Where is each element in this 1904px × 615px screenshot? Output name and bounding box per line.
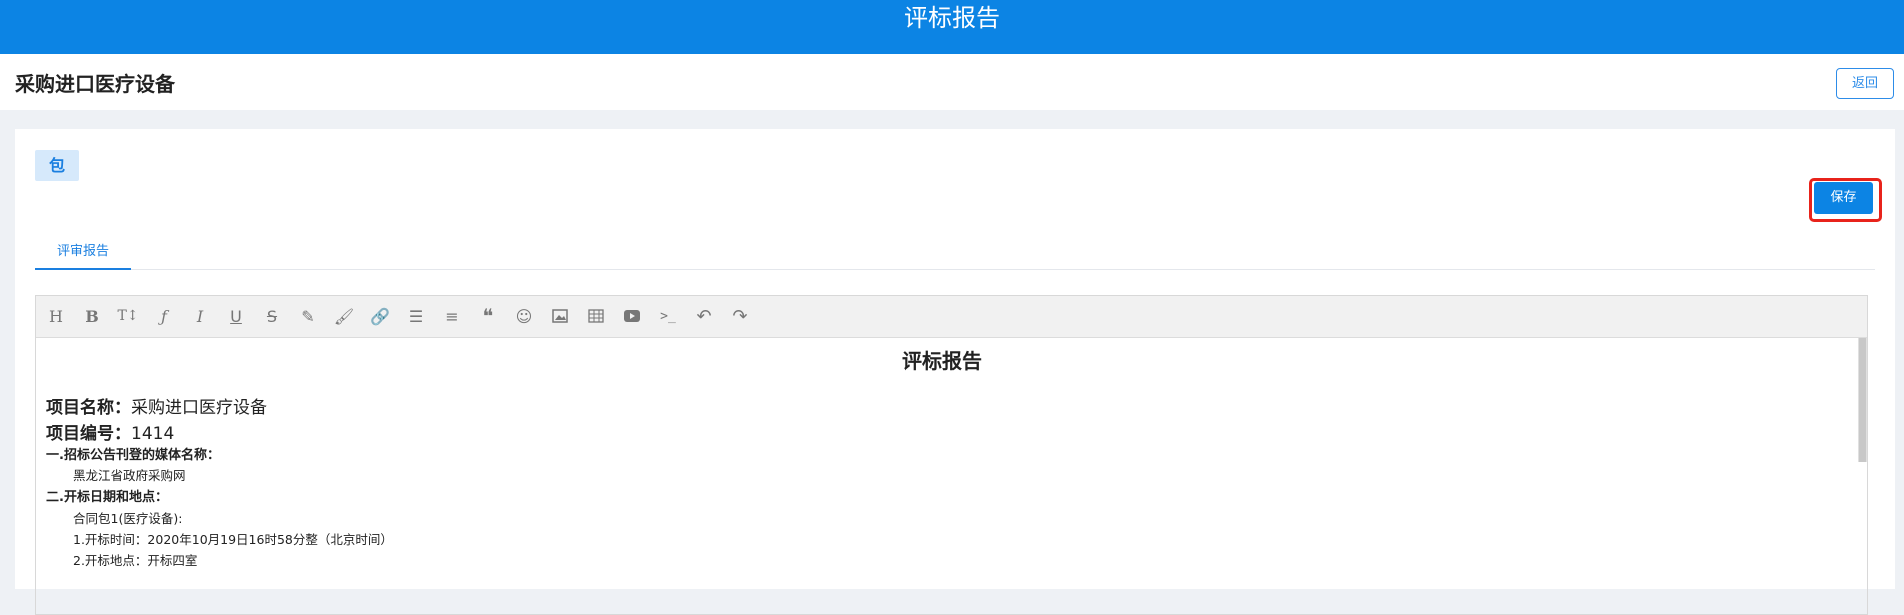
project-no-line: 项目编号：1414: [46, 419, 174, 444]
save-button[interactable]: 保存: [1814, 182, 1873, 214]
quote-icon[interactable]: ❝: [476, 304, 500, 328]
emoji-icon[interactable]: ☺: [512, 304, 536, 328]
image-icon[interactable]: [548, 304, 572, 328]
top-bar: 评标报告: [0, 0, 1904, 54]
editor-toolbar: H B T↕ ƒ I U S ✎ 🖌 🔗 ☰ ≡ ❝ ☺ >_ ↶ ↷: [36, 296, 1867, 338]
section2-place: 2.开标地点：开标四室: [73, 553, 198, 568]
page-title: 采购进口医疗设备: [15, 72, 175, 96]
bold-icon[interactable]: B: [80, 304, 104, 328]
section1-value: 黑龙江省政府采购网: [73, 468, 186, 483]
back-button[interactable]: 返回: [1836, 68, 1894, 99]
section2-title: 二.开标日期和地点：: [46, 490, 168, 505]
project-name-label: 项目名称：: [46, 398, 131, 418]
tab-bar: 评审报告: [35, 239, 1875, 270]
italic-icon[interactable]: I: [188, 304, 212, 328]
video-icon[interactable]: [620, 304, 644, 328]
project-name-value: 采购进口医疗设备: [131, 398, 267, 418]
align-icon[interactable]: ≡: [440, 304, 464, 328]
editor-content[interactable]: 评标报告 项目名称：采购进口医疗设备 项目编号：1414 一.招标公告刊登的媒体…: [36, 338, 1848, 608]
scrollbar-thumb[interactable]: [1859, 338, 1866, 462]
highlight-icon[interactable]: ✎: [296, 304, 320, 328]
heading-icon[interactable]: H: [44, 304, 68, 328]
font-family-icon[interactable]: ƒ: [152, 304, 176, 328]
brush-icon[interactable]: 🖌: [332, 304, 356, 328]
strikethrough-icon[interactable]: S: [260, 304, 284, 328]
underline-icon[interactable]: U: [224, 304, 248, 328]
code-icon[interactable]: >_: [656, 304, 680, 328]
document-title: 评标报告: [902, 349, 982, 373]
section2-package: 合同包1(医疗设备):: [73, 511, 183, 526]
tab-review-report[interactable]: 评审报告: [35, 239, 131, 270]
project-name-line: 项目名称：采购进口医疗设备: [46, 393, 267, 418]
project-no-label: 项目编号：: [46, 424, 131, 444]
package-tag[interactable]: 包: [35, 150, 79, 181]
page-header: 采购进口医疗设备 返回: [0, 54, 1904, 110]
rich-text-editor[interactable]: H B T↕ ƒ I U S ✎ 🖌 🔗 ☰ ≡ ❝ ☺ >_ ↶ ↷ 评标报告…: [35, 295, 1868, 615]
section2-time: 1.开标时间：2020年10月19日16时58分整（北京时间）: [73, 532, 393, 547]
link-icon[interactable]: 🔗: [368, 304, 392, 328]
redo-icon[interactable]: ↷: [728, 304, 752, 328]
section1-title: 一.招标公告刊登的媒体名称：: [46, 448, 220, 463]
project-no-value: 1414: [131, 424, 175, 444]
undo-icon[interactable]: ↶: [692, 304, 716, 328]
report-card: 包 保存 评审报告 H B T↕ ƒ I U S ✎ 🖌 🔗 ☰ ≡ ❝ ☺ >…: [15, 129, 1895, 615]
app-title: 评标报告: [904, 4, 1000, 32]
font-size-icon[interactable]: T↕: [116, 304, 140, 328]
editor-scrollbar[interactable]: [1858, 338, 1867, 462]
bullet-list-icon[interactable]: ☰: [404, 304, 428, 328]
table-icon[interactable]: [584, 304, 608, 328]
